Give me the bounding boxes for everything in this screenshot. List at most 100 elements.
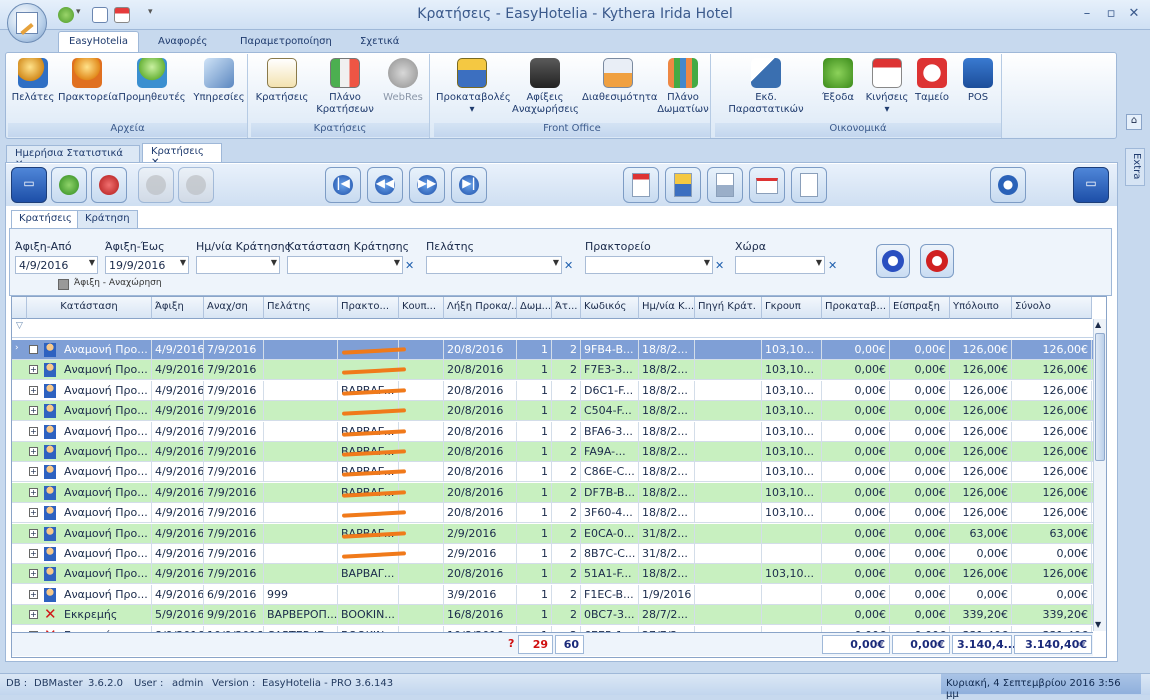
scroll-thumb[interactable]	[1095, 333, 1105, 461]
reservation-date-input[interactable]: ▼	[196, 256, 280, 274]
calendar-report-button[interactable]	[623, 167, 659, 203]
expand-row-icon[interactable]: +	[29, 385, 38, 395]
column-header-code[interactable]: Κωδικός	[581, 297, 639, 319]
payment-button[interactable]	[665, 167, 701, 203]
column-header-status[interactable]: Κατάσταση	[27, 297, 152, 319]
arrival-from-input[interactable]: 4/9/2016 ▼	[15, 256, 98, 274]
expand-row-icon[interactable]: +	[29, 528, 38, 538]
movements-button[interactable]: Κινήσεις ▾	[864, 58, 910, 116]
tab-settings[interactable]: Παραμετροποίηση	[230, 33, 342, 52]
expand-row-icon[interactable]: +	[29, 589, 38, 599]
scroll-up-icon[interactable]: ▲	[1095, 320, 1101, 329]
expand-row-icon[interactable]: +	[29, 345, 38, 354]
delete-disabled-button[interactable]	[178, 167, 214, 203]
document-button[interactable]	[791, 167, 827, 203]
table-row[interactable]: +Αναμονή Προ...4/9/20167/9/2016ΒΑΡΒΑΓ...…	[12, 421, 1093, 442]
close-form-button[interactable]: ▭	[1073, 167, 1109, 203]
last-record-button[interactable]: ▶|	[451, 167, 487, 203]
arrival-to-input[interactable]: 19/9/2016 ▼	[105, 256, 189, 274]
column-header-arrival[interactable]: Άφιξη	[152, 297, 204, 319]
country-select[interactable]: ▼	[735, 256, 825, 274]
expand-row-icon[interactable]: +	[29, 610, 38, 620]
column-header-agency[interactable]: Πρακτο...	[338, 297, 399, 319]
agencies-button[interactable]: Πρακτορεία	[58, 58, 118, 104]
expand-row-icon[interactable]: +	[29, 569, 38, 579]
expand-row-icon[interactable]: +	[29, 467, 38, 477]
webres-button[interactable]: WebRes	[380, 58, 426, 104]
expand-row-icon[interactable]: +	[29, 549, 38, 558]
expand-row-icon[interactable]: +	[29, 365, 38, 375]
tab-daily-stats[interactable]: Ημερήσια Στατιστικά ✕	[6, 145, 140, 170]
refresh-button[interactable]	[990, 167, 1026, 203]
table-row[interactable]: + Αναμονή Προ... 4/9/2016 7/9/2016 20/8/2016…	[12, 360, 1093, 381]
cancel-button[interactable]	[91, 167, 127, 203]
app-menu-button[interactable]	[7, 3, 47, 43]
subtab-reservation[interactable]: Κράτηση	[77, 210, 138, 228]
previous-record-button[interactable]: ◀◀	[367, 167, 403, 203]
column-header-expiry[interactable]: Λήξη Προκα/...	[444, 297, 517, 319]
deposits-button[interactable]: Προκαταβολές ▾	[436, 58, 511, 116]
table-row[interactable]: + Αναμονή Προ... 4/9/2016 7/9/2016 2/9/2016 1…	[12, 544, 1093, 564]
expand-row-icon[interactable]: +	[29, 447, 38, 456]
suppliers-button[interactable]: Προμηθευτές	[118, 58, 186, 104]
tab-about[interactable]: Σχετικά	[350, 33, 409, 52]
table-row[interactable]: › + Αναμονή Προ... 4/9/2016 7/9/2016 20/8/201…	[12, 340, 1093, 360]
room-plan-button[interactable]: Πλάνο Δωματίων	[656, 58, 710, 116]
issue-documents-button[interactable]: Εκδ. Παραστατικών	[718, 58, 814, 116]
column-header-balance[interactable]: Υπόλοιπο	[950, 297, 1012, 319]
maximize-button[interactable]: ▫	[1101, 6, 1121, 21]
save-button[interactable]	[51, 167, 87, 203]
grid-filter-row[interactable]: ▽	[12, 319, 1093, 338]
column-header-pax[interactable]: Άτ...	[552, 297, 581, 319]
reservations-button[interactable]: Κρατήσεις	[254, 58, 310, 104]
search-button[interactable]	[876, 244, 910, 278]
expand-row-icon[interactable]: +	[29, 508, 38, 518]
reservation-plan-button[interactable]: Πλάνο Κρατήσεων	[315, 58, 375, 116]
agency-select[interactable]: ▼	[585, 256, 713, 274]
expand-row-icon[interactable]: +	[29, 487, 38, 497]
clear-agency-icon[interactable]: ✕	[715, 259, 724, 272]
subtab-reservations[interactable]: Κρατήσεις	[11, 210, 80, 228]
arrivals-departures-button[interactable]: Αφίξεις Αναχωρήσεις	[512, 58, 579, 116]
open-button[interactable]: ▭	[11, 167, 47, 203]
customer-select[interactable]: ▼	[426, 256, 562, 274]
tab-reports[interactable]: Αναφορές	[148, 33, 217, 52]
ribbon-collapse-icon[interactable]: ⌂	[1126, 114, 1142, 130]
clear-customer-icon[interactable]: ✕	[564, 259, 573, 272]
table-row[interactable]: + Αναμονή Προ... 4/9/2016 6/9/2016 999 3/9/20…	[12, 584, 1093, 605]
table-row[interactable]: +Αναμονή Προ...4/9/20167/9/2016ΒΑΡΒΑΓ...…	[12, 564, 1093, 585]
table-row[interactable]: + Αναμονή Προ... 4/9/2016 7/9/2016 20/8/2016…	[12, 401, 1093, 422]
table-row[interactable]: +Αναμονή Προ...4/9/20167/9/2016ΒΑΡΒΑΓ...…	[12, 523, 1093, 544]
expand-row-icon[interactable]: +	[29, 406, 38, 416]
column-header-received[interactable]: Είσπραξη	[890, 297, 950, 319]
arrival-departure-checkbox[interactable]	[58, 279, 69, 290]
expenses-button[interactable]: Έξοδα	[818, 58, 858, 104]
clear-status-icon[interactable]: ✕	[405, 259, 414, 272]
expand-row-icon[interactable]: +	[29, 426, 38, 436]
availability-button[interactable]: Διαθεσιμότητα	[582, 58, 658, 104]
table-row[interactable]: +Αναμονή Προ...4/9/20167/9/2016ΒΑΡΒΑΓ...…	[12, 380, 1093, 401]
table-row[interactable]: +Αναμονή Προ...4/9/20167/9/2016ΒΑΡΒΑΓ...…	[12, 482, 1093, 503]
cashbox-button[interactable]: Ταμείο	[912, 58, 952, 104]
table-row[interactable]: + Αναμονή Προ... 4/9/2016 7/9/2016 20/8/2016…	[12, 503, 1093, 524]
tab-easyhotelia[interactable]: EasyHotelia	[58, 31, 139, 53]
clear-search-button[interactable]	[920, 244, 954, 278]
column-header-rooms[interactable]: Δωμ...	[517, 297, 552, 319]
tab-reservations-doc[interactable]: Κρατήσεις ✕	[142, 143, 222, 168]
scroll-down-icon[interactable]: ▼	[1095, 620, 1101, 629]
clear-country-icon[interactable]: ✕	[828, 259, 837, 272]
confirm-disabled-button[interactable]	[138, 167, 174, 203]
reservation-status-select[interactable]: ▼	[287, 256, 403, 274]
column-header-customer[interactable]: Πελάτης	[264, 297, 338, 319]
close-button[interactable]: ✕	[1124, 6, 1144, 21]
column-header-source[interactable]: Πηγή Κράτ.	[695, 297, 762, 319]
pos-button[interactable]: POS	[958, 58, 998, 104]
column-header-deposits[interactable]: Προκαταβ...	[822, 297, 890, 319]
next-record-button[interactable]: ▶▶	[409, 167, 445, 203]
column-header-total[interactable]: Σύνολο	[1012, 297, 1092, 319]
extra-side-tab[interactable]: Extra	[1125, 148, 1145, 186]
column-header-res-date[interactable]: Ημ/νία Κ...	[639, 297, 695, 319]
table-row[interactable]: +Αναμονή Προ...4/9/20167/9/2016ΒΑΡΒΑΓ...…	[12, 462, 1093, 483]
column-header-departure[interactable]: Αναχ/ση	[204, 297, 264, 319]
customers-button[interactable]: Πελάτες	[10, 58, 56, 104]
